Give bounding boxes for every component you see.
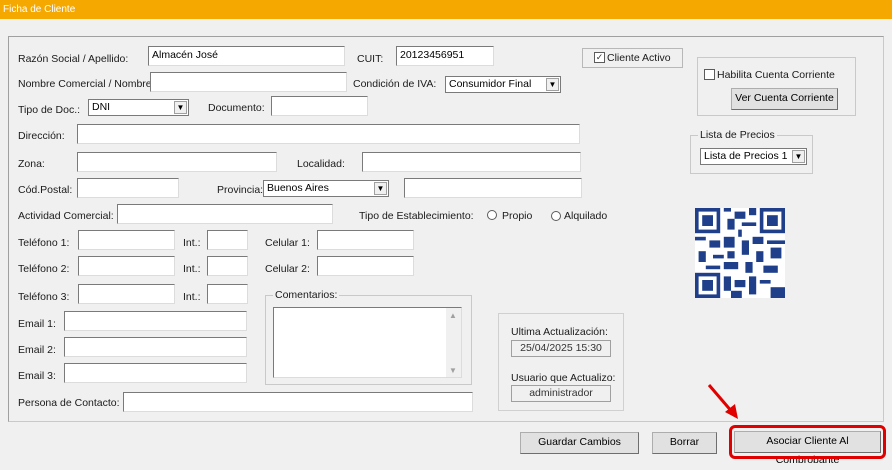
usuario-actualizo-label: Usuario que Actualizo: bbox=[511, 372, 616, 384]
nombre-comercial-input[interactable] bbox=[150, 72, 347, 92]
provincia-value: Buenos Aires bbox=[267, 182, 329, 194]
cuit-input[interactable]: 20123456951 bbox=[396, 46, 494, 66]
window-title-bar: Ficha de Cliente bbox=[0, 0, 892, 19]
email2-input[interactable] bbox=[64, 337, 247, 357]
guardar-cambios-button[interactable]: Guardar Cambios bbox=[520, 432, 639, 454]
tipo-doc-select[interactable]: DNI ▼ bbox=[88, 99, 189, 116]
telefono1-input[interactable] bbox=[78, 230, 175, 250]
chevron-down-icon[interactable]: ▼ bbox=[174, 101, 187, 114]
cuit-label: CUIT: bbox=[357, 53, 384, 65]
documento-label: Documento: bbox=[208, 102, 265, 114]
direccion-label: Dirección: bbox=[18, 130, 65, 142]
localidad-input[interactable] bbox=[362, 152, 581, 172]
persona-contacto-input[interactable] bbox=[123, 392, 473, 412]
email2-label: Email 2: bbox=[18, 344, 56, 356]
celular1-label: Celular 1: bbox=[265, 237, 310, 249]
provincia-select[interactable]: Buenos Aires ▼ bbox=[263, 180, 389, 197]
scroll-down-icon[interactable]: ▼ bbox=[449, 366, 457, 375]
chevron-down-icon[interactable]: ▼ bbox=[792, 150, 805, 163]
telefono3-label: Teléfono 3: bbox=[18, 291, 70, 303]
alquilado-label: Alquilado bbox=[564, 210, 608, 222]
int2-input[interactable] bbox=[207, 256, 248, 276]
provincia-label: Provincia: bbox=[217, 184, 264, 196]
condicion-iva-select[interactable]: Consumidor Final ▼ bbox=[445, 76, 561, 93]
zona-label: Zona: bbox=[18, 158, 45, 170]
email1-input[interactable] bbox=[64, 311, 247, 331]
int1-input[interactable] bbox=[207, 230, 248, 250]
direccion-input[interactable] bbox=[77, 124, 580, 144]
window-title: Ficha de Cliente bbox=[3, 4, 76, 15]
zona-input[interactable] bbox=[77, 152, 277, 172]
telefono2-label: Teléfono 2: bbox=[18, 263, 70, 275]
int2-label: Int.: bbox=[183, 263, 201, 275]
ultima-actualizacion-label: Ultima Actualización: bbox=[511, 326, 608, 338]
habilita-cc-checkbox[interactable] bbox=[704, 69, 715, 80]
propio-radio[interactable] bbox=[487, 210, 497, 220]
condicion-iva-label: Condición de IVA: bbox=[353, 78, 437, 90]
celular2-label: Celular 2: bbox=[265, 263, 310, 275]
chevron-down-icon[interactable]: ▼ bbox=[546, 78, 559, 91]
razon-social-input[interactable]: Almacén José bbox=[148, 46, 345, 66]
telefono3-input[interactable] bbox=[78, 284, 175, 304]
lista-precios-legend: Lista de Precios bbox=[698, 129, 777, 141]
celular2-input[interactable] bbox=[317, 256, 414, 276]
documento-input[interactable] bbox=[271, 96, 368, 116]
cliente-activo-checkbox[interactable]: ✓ bbox=[594, 52, 605, 63]
int3-label: Int.: bbox=[183, 291, 201, 303]
cliente-activo-label: Cliente Activo bbox=[607, 52, 671, 64]
propio-label: Propio bbox=[502, 210, 533, 222]
qr-code-icon bbox=[695, 208, 785, 298]
telefono2-input[interactable] bbox=[78, 256, 175, 276]
habilita-cc-label: Habilita Cuenta Corriente bbox=[717, 69, 835, 81]
nombre-comercial-label: Nombre Comercial / Nombres: bbox=[18, 78, 160, 90]
comentarios-legend: Comentarios: bbox=[273, 289, 340, 301]
actividad-label: Actividad Comercial: bbox=[18, 210, 114, 222]
provincia-extra-input[interactable] bbox=[404, 178, 582, 198]
persona-contacto-label: Persona de Contacto: bbox=[18, 397, 120, 409]
localidad-label: Localidad: bbox=[297, 158, 345, 170]
razon-social-label: Razón Social / Apellido: bbox=[18, 53, 129, 65]
cod-postal-label: Cód.Postal: bbox=[18, 184, 73, 196]
int1-label: Int.: bbox=[183, 237, 201, 249]
email3-label: Email 3: bbox=[18, 370, 56, 382]
alquilado-radio[interactable] bbox=[551, 211, 561, 221]
email1-label: Email 1: bbox=[18, 318, 56, 330]
cod-postal-input[interactable] bbox=[77, 178, 179, 198]
tipo-doc-value: DNI bbox=[92, 101, 111, 113]
tipo-doc-label: Tipo de Doc.: bbox=[18, 104, 81, 116]
telefono1-label: Teléfono 1: bbox=[18, 237, 70, 249]
borrar-button[interactable]: Borrar bbox=[652, 432, 717, 454]
lista-precios-select[interactable]: Lista de Precios 1 ▼ bbox=[700, 148, 807, 165]
red-arrow-icon bbox=[707, 384, 738, 419]
int3-input[interactable] bbox=[207, 284, 248, 304]
highlight-annotation bbox=[729, 425, 886, 459]
tipo-establecimiento-label: Tipo de Establecimiento: bbox=[359, 210, 474, 222]
comentarios-textarea[interactable]: ▲ ▼ bbox=[273, 307, 462, 378]
actividad-input[interactable] bbox=[117, 204, 333, 224]
email3-input[interactable] bbox=[64, 363, 247, 383]
scroll-up-icon[interactable]: ▲ bbox=[449, 311, 457, 320]
comentarios-scrollbar[interactable]: ▲ ▼ bbox=[446, 308, 461, 377]
celular1-input[interactable] bbox=[317, 230, 414, 250]
chevron-down-icon[interactable]: ▼ bbox=[374, 182, 387, 195]
usuario-value: administrador bbox=[511, 385, 611, 402]
ver-cuenta-corriente-button[interactable]: Ver Cuenta Corriente bbox=[731, 88, 838, 110]
ultima-actualizacion-value: 25/04/2025 15:30 bbox=[511, 340, 611, 357]
lista-precios-value: Lista de Precios 1 bbox=[704, 150, 788, 162]
condicion-iva-value: Consumidor Final bbox=[449, 78, 532, 90]
